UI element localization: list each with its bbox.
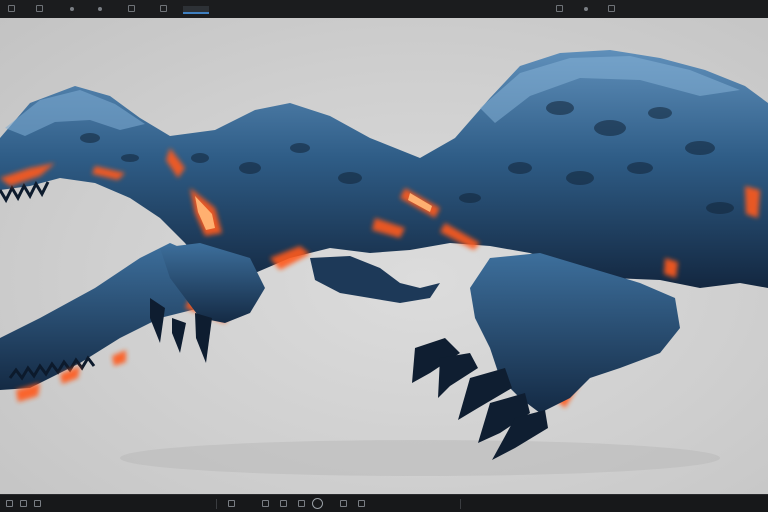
window-icon[interactable] xyxy=(8,5,15,12)
keyframe-icon[interactable] xyxy=(280,500,287,507)
active-mode-tab[interactable] xyxy=(183,6,209,14)
divider xyxy=(460,499,461,509)
3d-viewport[interactable] xyxy=(0,18,768,494)
mid-leg xyxy=(310,256,440,303)
ground-shadow xyxy=(120,440,720,476)
layout-icon[interactable] xyxy=(584,7,588,11)
camera-icon[interactable] xyxy=(160,5,167,12)
loop-icon[interactable] xyxy=(298,500,305,507)
timeline-bar xyxy=(0,494,768,512)
expand-icon[interactable] xyxy=(608,5,615,12)
timeline-menu-icon[interactable] xyxy=(6,500,13,507)
creature-model xyxy=(0,50,768,476)
divider xyxy=(216,499,217,509)
key-icon[interactable] xyxy=(34,500,41,507)
3d-modeling-app xyxy=(0,0,768,512)
view-icon[interactable] xyxy=(70,7,74,11)
frame-icon[interactable] xyxy=(20,500,27,507)
record-icon[interactable] xyxy=(262,500,269,507)
shading-icon[interactable] xyxy=(98,7,102,11)
play-icon[interactable] xyxy=(228,500,235,507)
top-toolbar xyxy=(0,0,768,19)
audio-icon[interactable] xyxy=(340,500,347,507)
settings-icon[interactable] xyxy=(556,5,563,12)
menu-icon[interactable] xyxy=(36,5,43,12)
render-icon[interactable] xyxy=(128,5,135,12)
step-icon[interactable] xyxy=(312,498,323,509)
end-icon[interactable] xyxy=(358,500,365,507)
